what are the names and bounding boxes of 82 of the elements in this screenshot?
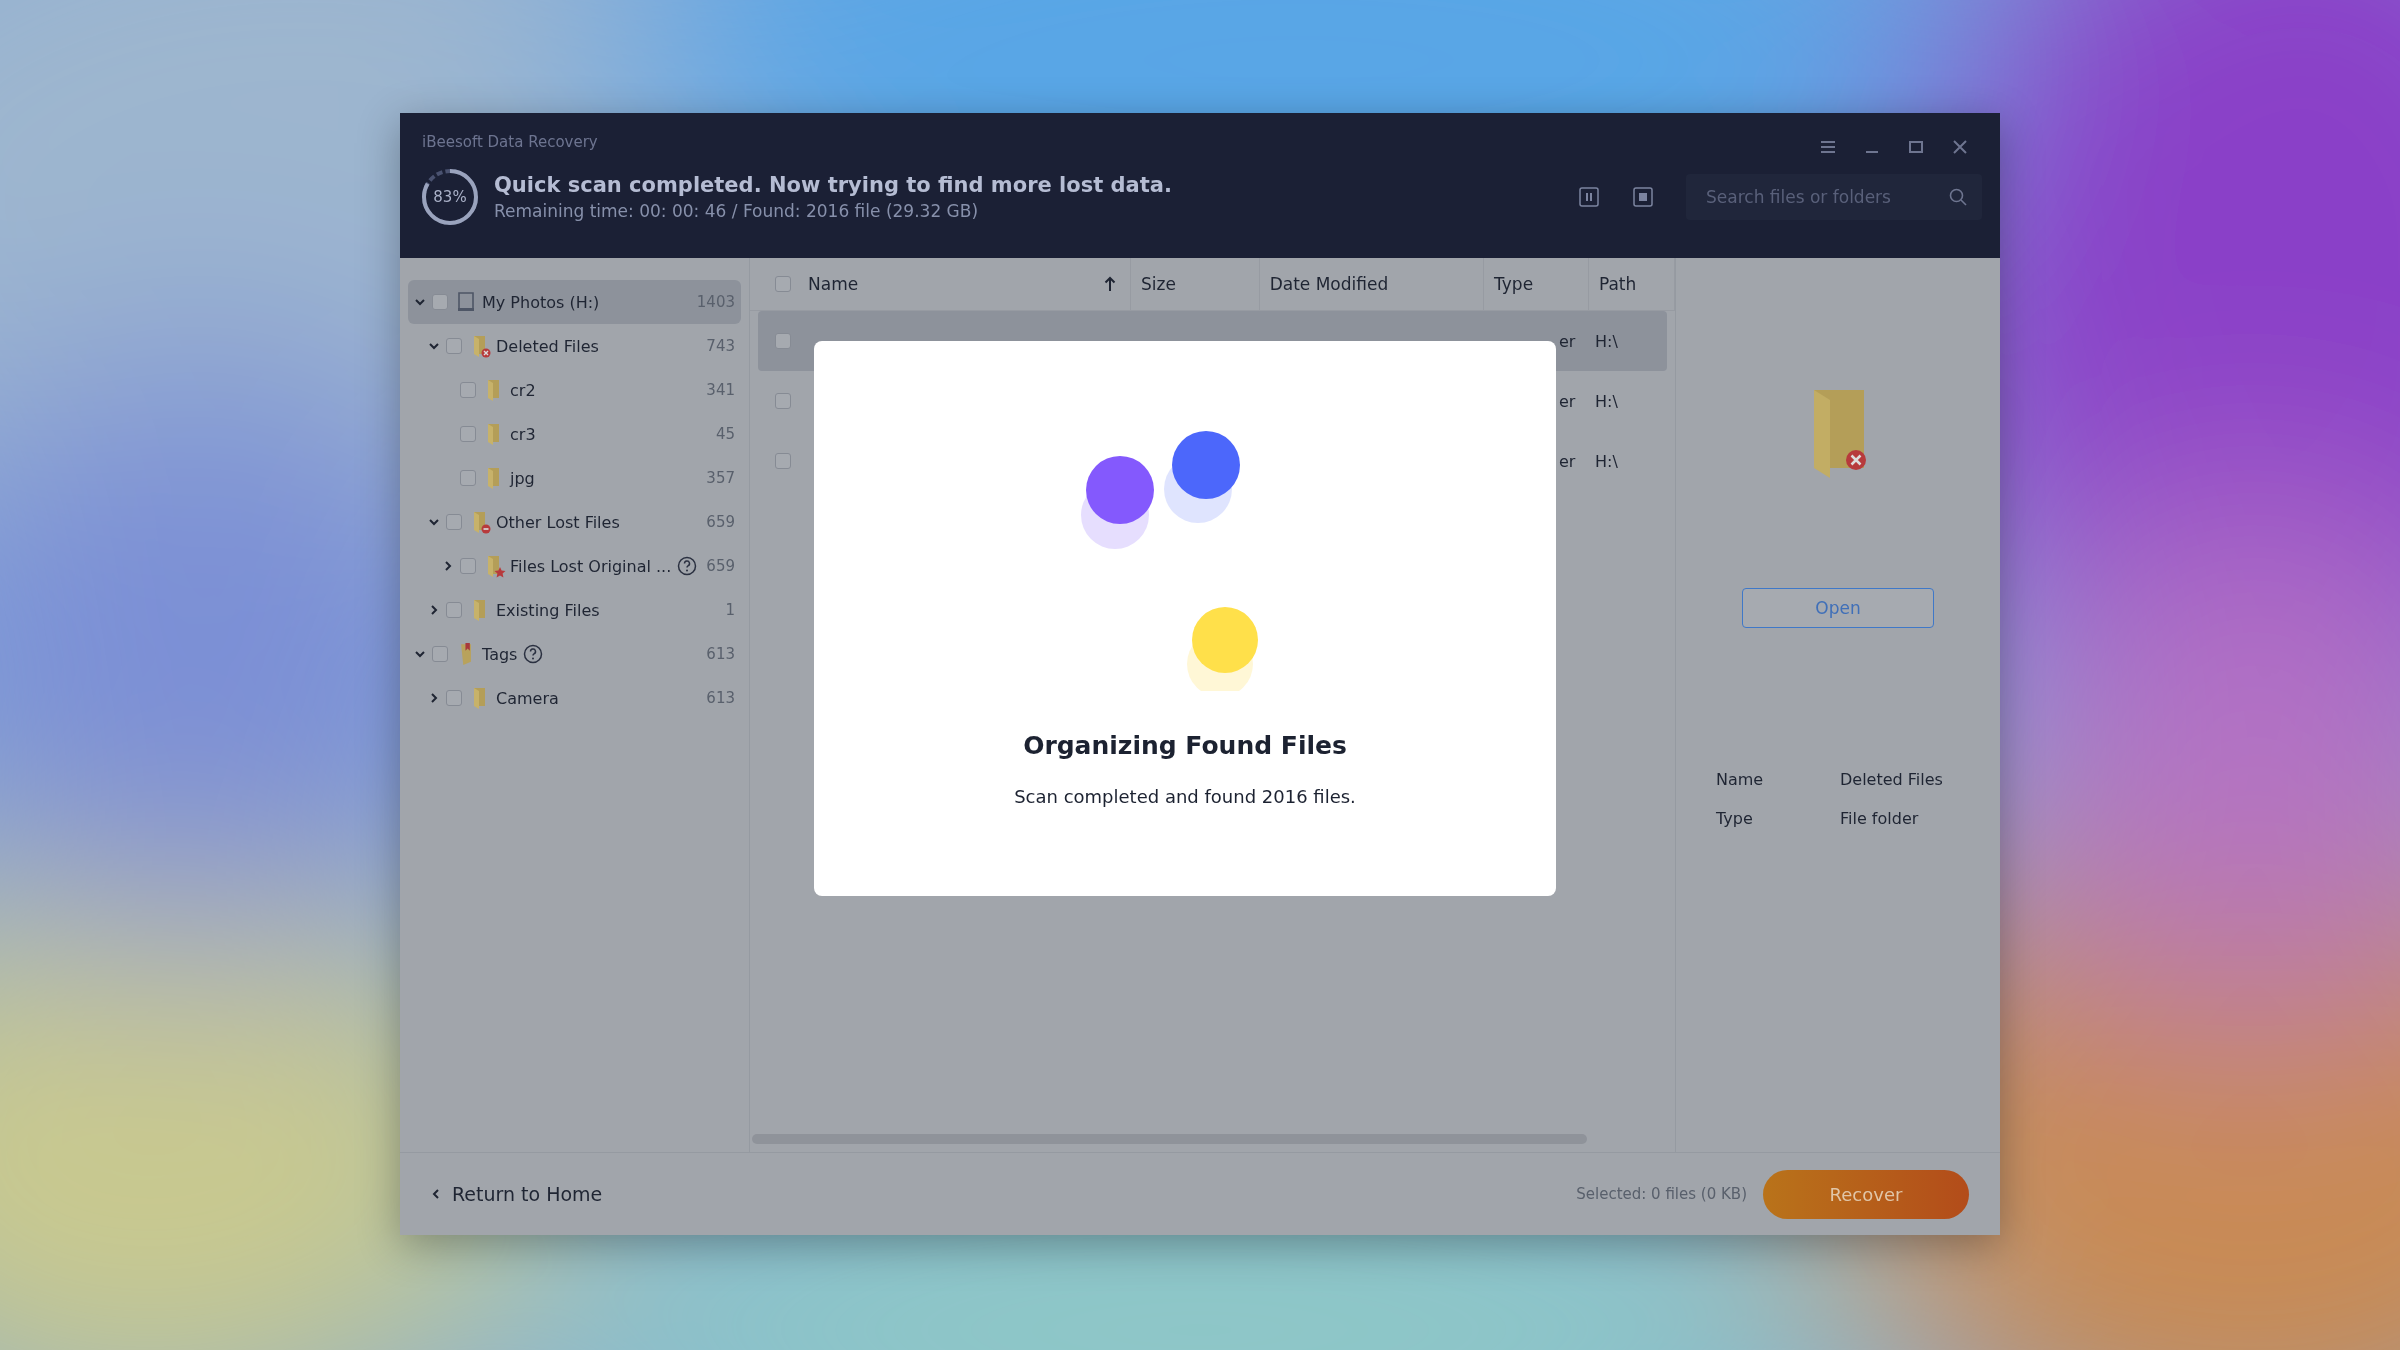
tree-item[interactable]: cr3 45	[408, 412, 741, 456]
item-count: 45	[715, 425, 735, 443]
checkbox[interactable]	[460, 382, 476, 398]
item-count: 613	[706, 689, 735, 707]
tree-item-label: My Photos (H:)	[482, 292, 600, 312]
chevron-icon[interactable]	[414, 296, 426, 308]
stop-icon[interactable]	[1632, 186, 1654, 208]
tree-item[interactable]: Tags 613	[408, 632, 741, 676]
type-cell-text: er	[1559, 331, 1577, 351]
checkbox[interactable]	[446, 338, 462, 354]
checkbox[interactable]	[432, 646, 448, 662]
checkbox[interactable]	[460, 558, 476, 574]
path-cell-text: H:\	[1595, 451, 1619, 471]
file-row[interactable]: er H:\	[758, 431, 1667, 491]
item-count: 613	[706, 645, 735, 663]
tree-item-label: cr3	[510, 424, 536, 444]
tree-item[interactable]: Files Lost Original ... 659	[408, 544, 741, 588]
select-all-checkbox[interactable]	[775, 276, 791, 292]
checkbox[interactable]	[446, 690, 462, 706]
checkbox[interactable]	[775, 333, 791, 349]
tree-item-label: Camera	[496, 688, 559, 708]
tree-item-label: cr2	[510, 380, 536, 400]
checkbox[interactable]	[446, 514, 462, 530]
property-value: Deleted Files	[1840, 770, 1943, 789]
column-header[interactable]: Date Modified	[1259, 258, 1485, 310]
chevron-icon[interactable]	[428, 516, 440, 528]
checkbox[interactable]	[446, 602, 462, 618]
tree-item[interactable]: Other Lost Files 659	[408, 500, 741, 544]
selection-summary: Selected: 0 files (0 KB)	[1576, 1185, 1747, 1203]
item-count: 1	[725, 601, 735, 619]
dialog-title: Organizing Found Files	[1023, 731, 1347, 760]
search-icon	[1948, 187, 1968, 207]
column-header[interactable]: Path	[1588, 258, 1675, 310]
help-icon[interactable]	[523, 644, 544, 664]
type-cell-text: er	[1559, 391, 1577, 411]
checkbox[interactable]	[432, 294, 448, 310]
chevron-icon[interactable]	[428, 692, 440, 704]
tree-item-label: Other Lost Files	[496, 512, 620, 532]
property-name: Name	[1716, 770, 1765, 789]
column-header[interactable]: Type	[1484, 258, 1589, 310]
sort-arrow-icon[interactable]	[1104, 276, 1117, 292]
property-value: File folder	[1840, 809, 1919, 828]
help-icon[interactable]	[677, 556, 698, 576]
tree-item[interactable]: Deleted Files 743	[408, 324, 741, 368]
item-count: 357	[706, 469, 735, 487]
chevron-icon[interactable]	[442, 560, 454, 572]
chevron-icon[interactable]	[428, 340, 440, 352]
tree-item-label: Files Lost Original ...	[510, 556, 672, 576]
search-field[interactable]: Search files or folders	[1686, 174, 1982, 220]
tree-item-label: jpg	[510, 468, 535, 488]
path-cell-text: H:\	[1595, 331, 1619, 351]
back-icon[interactable]	[430, 1188, 442, 1200]
item-count: 341	[706, 381, 735, 399]
tree-item[interactable]: Existing Files 1	[408, 588, 741, 632]
property-name: Type	[1716, 809, 1754, 828]
item-count: 743	[706, 337, 735, 355]
checkbox[interactable]	[460, 470, 476, 486]
tree-item-label: Tags	[482, 644, 518, 664]
tag-folder-icon	[460, 641, 472, 667]
file-row[interactable]: er H:\	[758, 371, 1667, 431]
column-header[interactable]: Size	[1131, 258, 1260, 310]
tree-item[interactable]: Camera 613	[408, 676, 741, 720]
tree-item-label: Deleted Files	[496, 336, 599, 356]
item-count: 659	[706, 513, 735, 531]
scan-status-detail: Remaining time: 00: 00: 46 / Found: 2016 file (29.32 GB)	[494, 201, 980, 221]
checkbox[interactable]	[775, 453, 791, 469]
chevron-icon[interactable]	[428, 604, 440, 616]
app-title: iBeesoft Data Recovery	[422, 133, 598, 151]
checkbox[interactable]	[460, 426, 476, 442]
pause-icon[interactable]	[1578, 186, 1600, 208]
column-header[interactable]: Name	[808, 258, 1132, 310]
tree-item-label: Existing Files	[496, 600, 600, 620]
checkbox[interactable]	[775, 393, 791, 409]
tree-item[interactable]: cr2 341	[408, 368, 741, 412]
type-cell-text: er	[1559, 451, 1577, 471]
path-cell-text: H:\	[1595, 391, 1619, 411]
chevron-icon[interactable]	[414, 648, 426, 660]
return-home-link[interactable]: Return to Home	[430, 1183, 603, 1205]
tree-item[interactable]: jpg 357	[408, 456, 741, 500]
dialog-message: Scan completed and found 2016 files.	[1014, 786, 1356, 807]
scan-status-headline: Quick scan completed. Now trying to find more lost data.	[494, 173, 1172, 197]
item-count: 659	[706, 557, 735, 575]
